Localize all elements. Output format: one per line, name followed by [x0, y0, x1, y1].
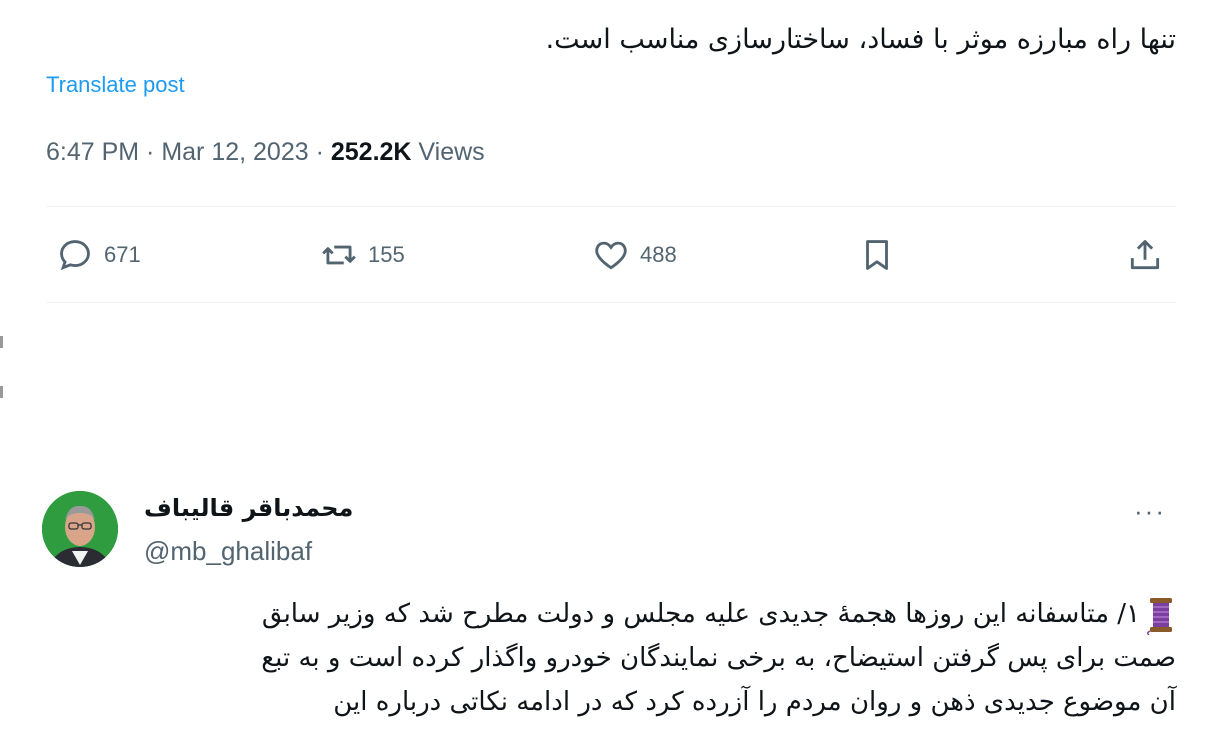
- tweet-line: ۱/ متاسفانه این روزها هجمهٔ جدیدی علیه م…: [42, 592, 1176, 636]
- bookmark-icon: [866, 240, 888, 270]
- divider-top: [46, 206, 1176, 207]
- thread-emoji-icon: [1147, 597, 1172, 635]
- tweet-body: ۱/ متاسفانه این روزها هجمهٔ جدیدی علیه م…: [42, 592, 1176, 724]
- translate-post-link[interactable]: Translate post: [46, 72, 185, 98]
- repost-icon: [322, 245, 356, 265]
- bookmark-button[interactable]: [858, 236, 896, 274]
- reply-button[interactable]: 671: [56, 236, 141, 274]
- views-label: Views: [411, 138, 485, 166]
- divider-bottom: [46, 302, 1176, 303]
- repost-count: 155: [368, 242, 405, 267]
- tweet-line-text: ۱/ متاسفانه این روزها هجمهٔ جدیدی علیه م…: [261, 599, 1140, 629]
- reply-icon: [60, 240, 90, 271]
- share-icon: [1130, 240, 1160, 270]
- like-count: 488: [640, 242, 677, 267]
- avatar-image: [42, 491, 118, 567]
- action-bar: 671 155 488: [46, 218, 1176, 294]
- tweet-line: آن موضوع جدیدی ذهن و روان مردم را آزرده …: [333, 687, 1176, 717]
- reply-count: 671: [104, 242, 141, 267]
- author-name[interactable]: محمدباقر قالیباف: [144, 494, 353, 522]
- tweet-text: تنها راه مبارزه موثر با فساد، ساختارسازی…: [545, 24, 1176, 55]
- tweet-line: صمت برای پس گرفتن استیضاح، به برخی نماین…: [261, 643, 1176, 673]
- more-icon[interactable]: ···: [1134, 496, 1166, 527]
- like-button[interactable]: 488: [592, 236, 677, 274]
- views-count: 252.2K: [330, 138, 412, 166]
- author-handle[interactable]: @mb_ghalibaf: [144, 536, 312, 567]
- share-button[interactable]: [1126, 236, 1164, 274]
- edge-mark: [0, 386, 3, 398]
- tweet-timestamp[interactable]: 6:47 PM · Mar 12, 2023 ·: [46, 138, 331, 166]
- tweet-meta: 6:47 PM · Mar 12, 2023 · 252.2K Views: [46, 138, 485, 167]
- edge-marks: [0, 336, 6, 436]
- repost-button[interactable]: 155: [320, 236, 405, 274]
- avatar[interactable]: [42, 491, 118, 567]
- like-icon: [595, 241, 627, 270]
- edge-mark: [0, 336, 3, 348]
